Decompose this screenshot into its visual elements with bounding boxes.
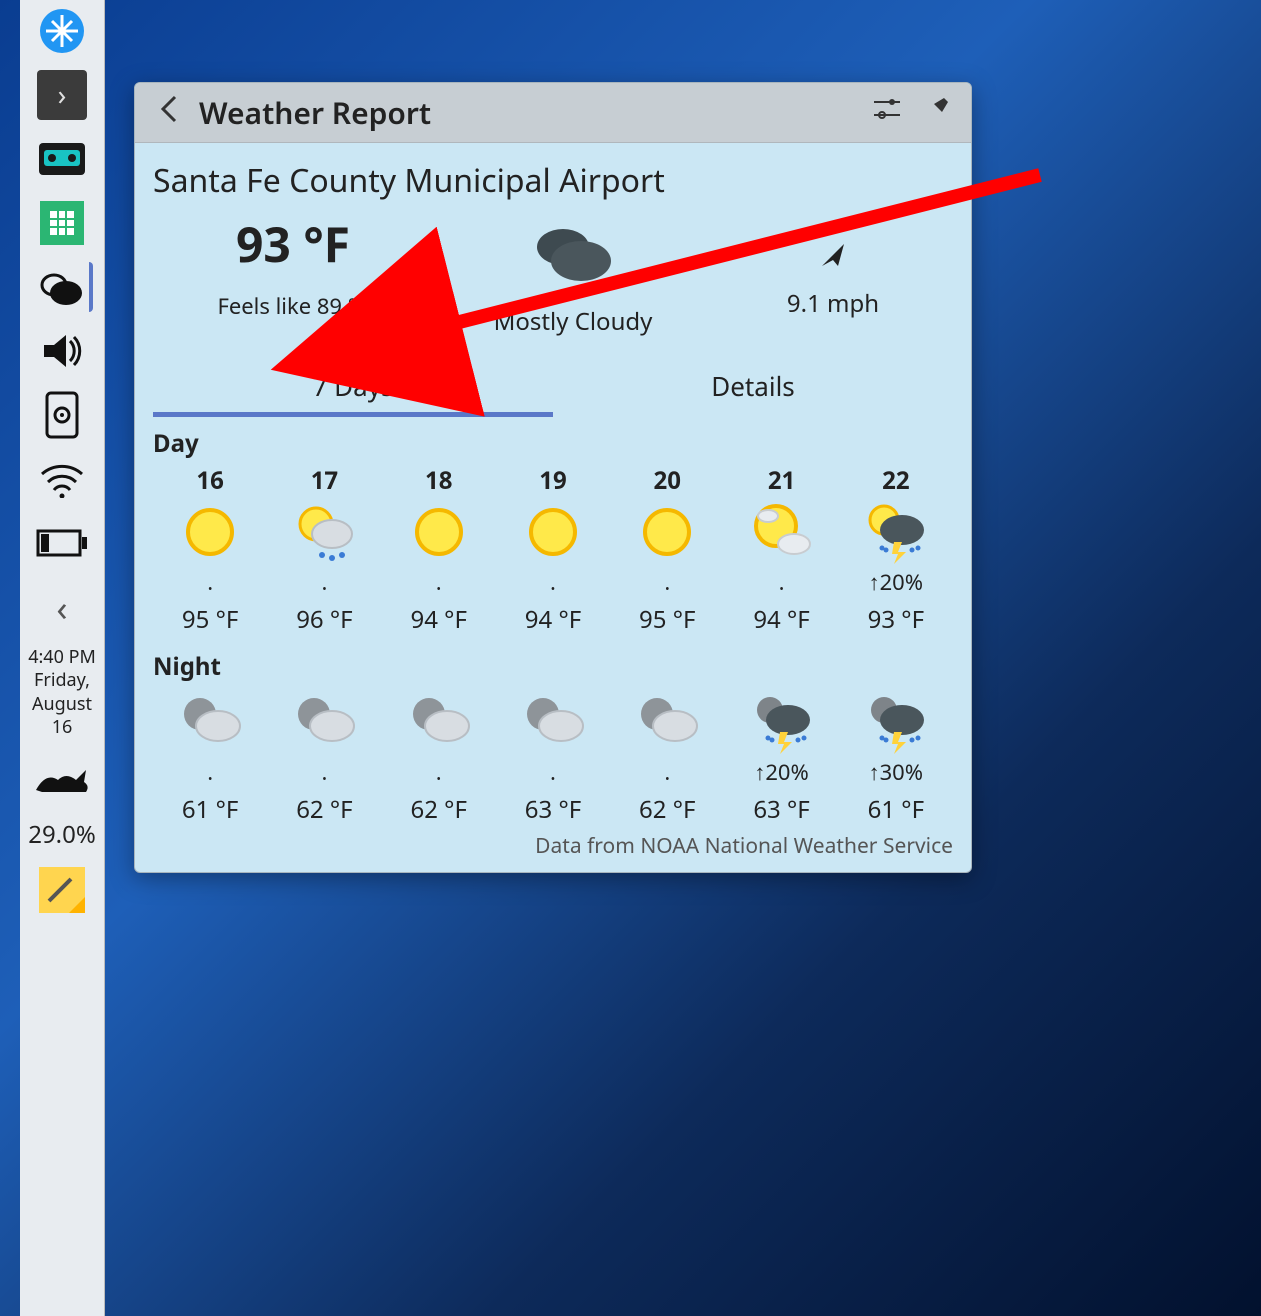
forecast-night-icon: [153, 687, 267, 757]
forecast-day-icon: [382, 497, 496, 567]
app-launcher-button[interactable]: [31, 6, 93, 56]
forecast-date: 22: [839, 464, 953, 497]
tray-volume-icon[interactable]: [31, 326, 93, 376]
pin-button[interactable]: [917, 96, 957, 130]
settings-button[interactable]: [867, 96, 907, 129]
forecast-day-precip: .: [382, 567, 496, 597]
forecast-night-temp: 63 °F: [496, 787, 610, 826]
forecast-tabs: 7 Days Details: [153, 360, 953, 417]
tab-details[interactable]: Details: [553, 360, 953, 417]
forecast-day-precip: .: [267, 567, 381, 597]
current-condition-text: Mostly Cloudy: [453, 305, 693, 338]
forecast-night-temp: 62 °F: [382, 787, 496, 826]
forecast-night-precip: .: [496, 757, 610, 787]
forecast-day-precip: .: [610, 567, 724, 597]
forecast-date: 21: [724, 464, 838, 497]
forecast-day-precip: ↑20%: [839, 567, 953, 597]
tray-weather-icon[interactable]: [31, 262, 93, 312]
forecast-night-precip: .: [610, 757, 724, 787]
forecast-day-temp: 96 °F: [267, 597, 381, 636]
forecast-day-precip: .: [724, 567, 838, 597]
tray-cat-icon[interactable]: [31, 754, 93, 804]
forecast-night-icon: [382, 687, 496, 757]
forecast-day-temp: 93 °F: [839, 597, 953, 636]
forecast-date: 19: [496, 464, 610, 497]
data-attribution: Data from NOAA National Weather Service: [153, 832, 953, 860]
forecast-night-temp: 61 °F: [839, 787, 953, 826]
forecast-night-precip: ↑20%: [724, 757, 838, 787]
forecast-night-icon: [610, 687, 724, 757]
clock-date: 16: [28, 716, 96, 739]
forecast-day-precip: .: [496, 567, 610, 597]
forecast-day-icon: [839, 497, 953, 567]
tray-notes-icon[interactable]: [31, 865, 93, 915]
forecast-night-temp: 62 °F: [267, 787, 381, 826]
forecast-night-precip: .: [382, 757, 496, 787]
forecast-day-temp: 95 °F: [153, 597, 267, 636]
forecast-day-icon: [610, 497, 724, 567]
forecast-day-icon: [153, 497, 267, 567]
forecast-night-icon: [839, 687, 953, 757]
taskbar-app-cassette[interactable]: [31, 134, 93, 184]
forecast-night-icon: [267, 687, 381, 757]
feels-like: Feels like 89 °F: [173, 291, 413, 321]
forecast-night-temp: 62 °F: [610, 787, 724, 826]
forecast-night-precip: .: [267, 757, 381, 787]
current-temperature: 93 °F: [173, 212, 413, 277]
tray-collapse-icon[interactable]: ‹: [31, 582, 93, 632]
tab-7-days[interactable]: 7 Days: [153, 360, 553, 417]
weather-report-popup: Weather Report Santa Fe County Municipal…: [134, 82, 972, 873]
forecast-day-temp: 94 °F: [724, 597, 838, 636]
forecast-day-icon: [724, 497, 838, 567]
forecast-day-temp: 94 °F: [496, 597, 610, 636]
forecast-night-temp: 61 °F: [153, 787, 267, 826]
forecast-night-precip: ↑30%: [839, 757, 953, 787]
wind-speed: 9.1 mph: [733, 287, 933, 320]
tray-device-icon[interactable]: [31, 390, 93, 440]
popup-title: Weather Report: [199, 92, 857, 133]
tray-wifi-icon[interactable]: [31, 454, 93, 504]
taskbar-app-spreadsheet[interactable]: [31, 198, 93, 248]
forecast-night-icon: [496, 687, 610, 757]
popup-header: Weather Report: [135, 83, 971, 143]
forecast-date: 18: [382, 464, 496, 497]
current-conditions: 93 °F Feels like 89 °F Mostly Cloudy 9.1…: [153, 212, 953, 338]
forecast-day-icon: [267, 497, 381, 567]
forecast-date: 16: [153, 464, 267, 497]
forecast-date: 20: [610, 464, 724, 497]
forecast-night-precip: .: [153, 757, 267, 787]
forecast-day-temp: 94 °F: [382, 597, 496, 636]
forecast-day-temp: 95 °F: [610, 597, 724, 636]
forecast-night-icon: [724, 687, 838, 757]
forecast-night-temp: 63 °F: [724, 787, 838, 826]
taskbar-panel: › ‹ 4:40 PM Friday, August 16 29.0%: [20, 0, 105, 1316]
show-desktop-button[interactable]: ›: [37, 70, 87, 120]
current-condition-icon: [453, 212, 693, 297]
tray-cpu-percent[interactable]: 29.0%: [28, 818, 96, 851]
forecast-day-icon: [496, 497, 610, 567]
tray-battery-icon[interactable]: [31, 518, 93, 568]
night-section-label: Night: [153, 650, 953, 683]
forecast-day-precip: .: [153, 567, 267, 597]
back-button[interactable]: [149, 95, 189, 131]
location-name: Santa Fe County Municipal Airport: [153, 159, 953, 202]
day-section-label: Day: [153, 427, 953, 460]
clock-time: 4:40 PM: [28, 646, 96, 669]
clock-day: Friday,: [28, 669, 96, 692]
forecast-grid: Day 16171819202122 ......↑20% 95 °F96 °F…: [153, 427, 953, 826]
wind-direction-icon: [733, 238, 933, 277]
clock-month: August: [28, 693, 96, 716]
forecast-date: 17: [267, 464, 381, 497]
tray-clock[interactable]: 4:40 PM Friday, August 16: [28, 646, 96, 740]
